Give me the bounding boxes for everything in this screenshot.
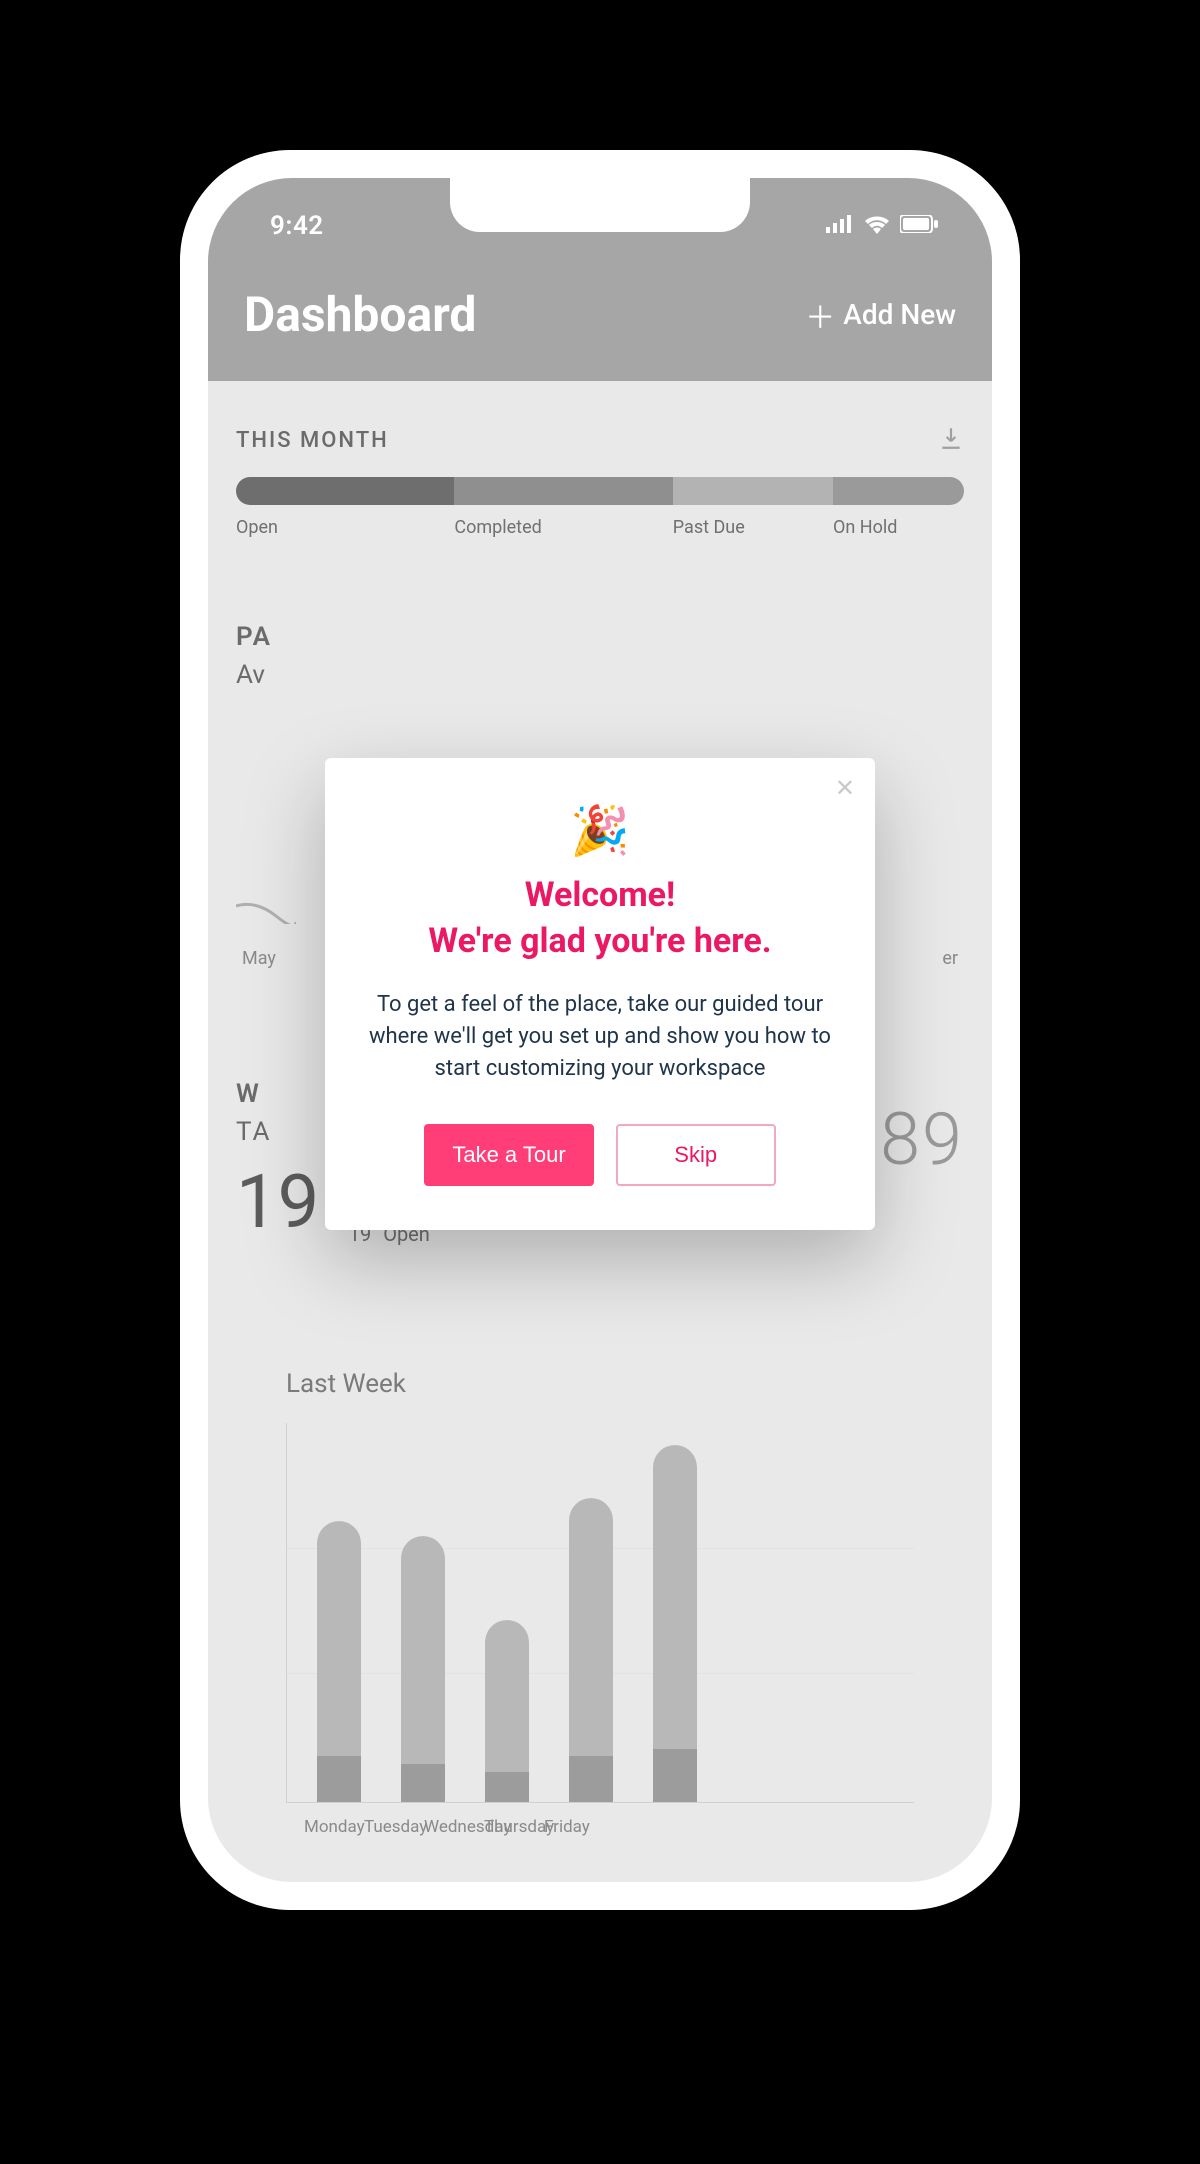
welcome-modal: ✕ 🎉 Welcome! We're glad you're here. To …: [325, 758, 875, 1230]
progress-segment: [833, 477, 964, 505]
chart-bar: [653, 1445, 697, 1802]
status-icons: [826, 214, 956, 238]
add-new-label: Add New: [843, 298, 956, 331]
status-time: 9:42: [244, 211, 324, 241]
add-new-button[interactable]: ＋ Add New: [805, 293, 956, 337]
wifi-icon: [864, 214, 890, 238]
screen: 9:42 Dashboard ＋ Add New: [208, 178, 992, 1882]
battery-icon: [900, 215, 938, 237]
progress-label: Open: [236, 517, 454, 538]
notch: [450, 178, 750, 232]
close-icon[interactable]: ✕: [835, 776, 855, 800]
chart-label: Tuesday: [364, 1817, 408, 1837]
last-week-title: Last Week: [286, 1369, 914, 1399]
chart-bar: [401, 1536, 445, 1802]
page-title: Dashboard: [244, 286, 476, 343]
chart-label: Friday: [544, 1817, 588, 1837]
axis-first: May: [242, 948, 276, 969]
progress-segment: [236, 477, 454, 505]
this-month-label: THIS MONTH: [236, 428, 389, 453]
progress-labels: OpenCompletedPast DueOn Hold: [236, 517, 964, 538]
progress-segment: [673, 477, 833, 505]
progress-label: On Hold: [833, 517, 964, 538]
progress-bar: [236, 477, 964, 505]
modal-buttons: Take a Tour Skip: [365, 1124, 835, 1186]
cellular-icon: [826, 215, 854, 237]
chart-bar: [317, 1521, 361, 1802]
card-hint-line2: Av: [236, 660, 964, 690]
skip-button[interactable]: Skip: [616, 1124, 776, 1186]
axis-last: er: [942, 948, 958, 969]
last-week-labels: Monday Tuesday Wednesday Thursday Friday: [286, 1803, 914, 1837]
tasks-total: 19: [236, 1159, 319, 1246]
modal-body: To get a feel of the place, take our gui…: [365, 989, 835, 1085]
chart-label: Thursday: [484, 1817, 528, 1837]
party-icon: 🎉: [365, 802, 835, 859]
card-hint: PA Av: [236, 622, 964, 690]
month-progress: OpenCompletedPast DueOn Hold: [236, 477, 964, 538]
plus-icon: ＋: [805, 293, 835, 337]
header: Dashboard ＋ Add New: [244, 286, 956, 343]
modal-title-line2: We're glad you're here.: [428, 921, 771, 961]
device-frame: 9:42 Dashboard ＋ Add New: [180, 150, 1020, 1910]
modal-title-line1: Welcome!: [525, 875, 676, 915]
progress-label: Completed: [454, 517, 672, 538]
chart-bar: [569, 1498, 613, 1802]
card-hint-line1: PA: [236, 622, 964, 652]
chart-label: Monday: [304, 1817, 348, 1837]
take-tour-button[interactable]: Take a Tour: [424, 1124, 593, 1186]
download-icon[interactable]: [938, 425, 964, 455]
chart-label: Wednesday: [424, 1817, 468, 1837]
chart-bar: [485, 1620, 529, 1802]
progress-label: Past Due: [673, 517, 833, 538]
last-week-section: Last Week Monday Tuesday Wednesday Thursday…: [236, 1369, 964, 1837]
last-week-chart: [286, 1423, 914, 1803]
modal-title: Welcome! We're glad you're here.: [365, 873, 835, 965]
progress-segment: [454, 477, 672, 505]
